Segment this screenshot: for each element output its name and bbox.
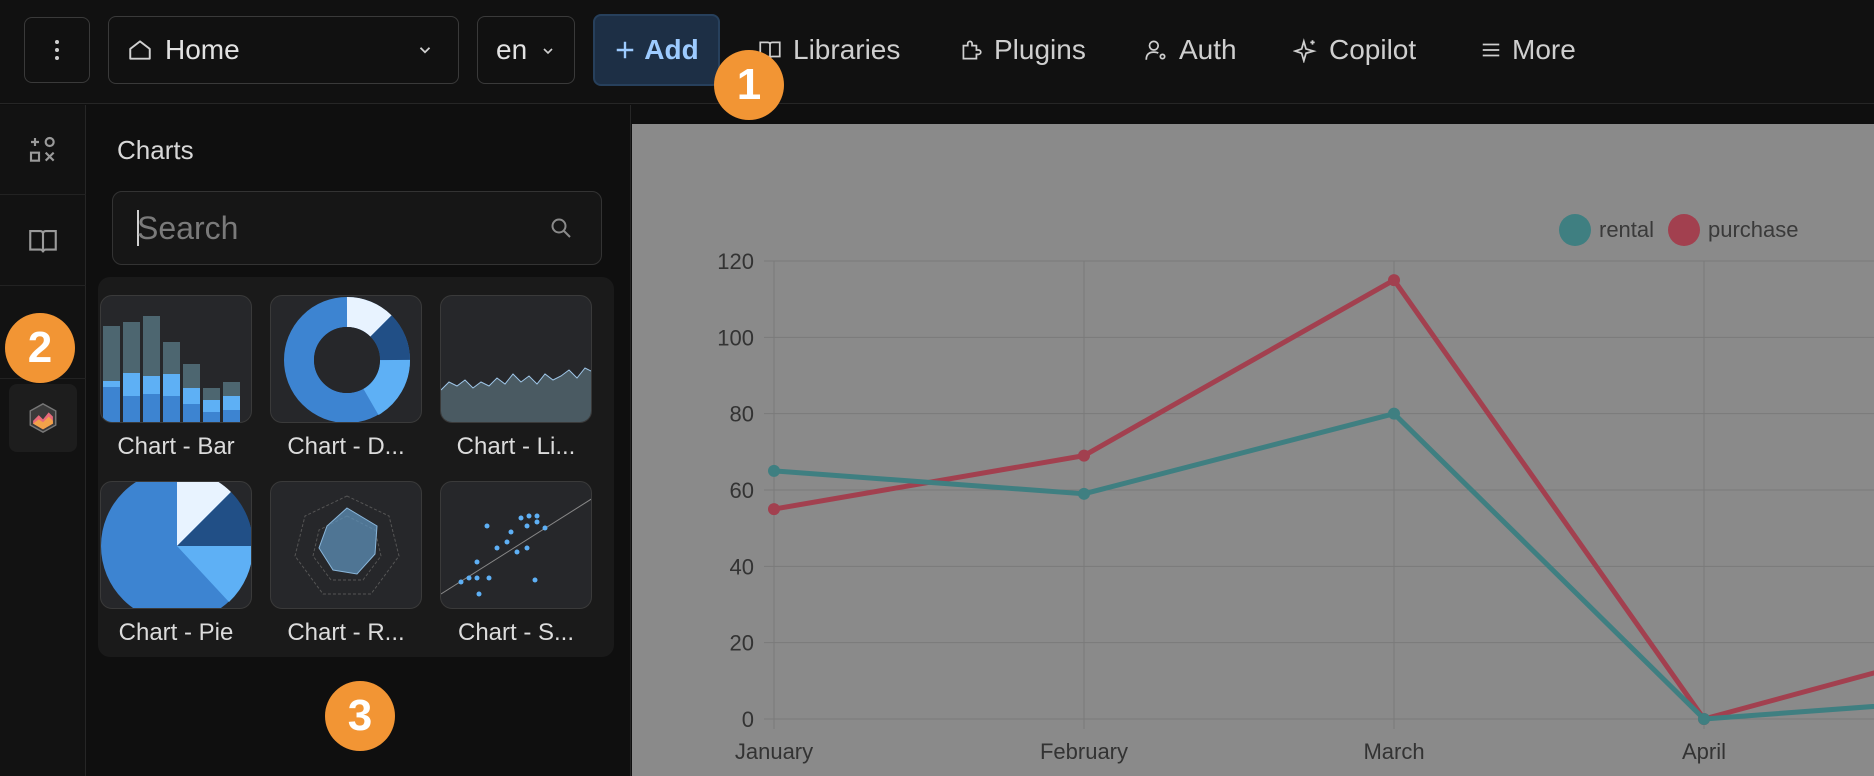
chevron-down-icon: [543, 48, 553, 55]
data-point-purchase: [1388, 274, 1400, 287]
y-tick-label: 100: [717, 325, 754, 350]
y-tick-label: 80: [730, 402, 754, 427]
home-icon: [129, 40, 151, 60]
x-tick-label: April: [1682, 739, 1726, 764]
scatter-chart-thumbnail: [440, 481, 592, 609]
chart-card-radar[interactable]: Chart - R...: [270, 481, 422, 647]
chart-card-doughnut[interactable]: Chart - D...: [270, 295, 422, 461]
step-badge: 1: [714, 50, 784, 120]
x-tick-label: March: [1363, 739, 1424, 764]
chart-plugin-icon: [29, 403, 57, 433]
sparkle-icon: [1293, 38, 1317, 63]
nav-libraries-label: Libraries: [793, 34, 901, 65]
step-badge: 2: [5, 313, 75, 383]
y-tick-label: 120: [717, 249, 754, 274]
chart-card-scatter[interactable]: Chart - S...: [440, 481, 592, 647]
x-tick-label: January: [735, 739, 813, 764]
panel-title: Charts: [117, 135, 194, 165]
doughnut-chart-thumbnail: [270, 295, 422, 423]
chart-card-label: Chart - Bar: [117, 433, 235, 460]
chart-templates-grid: Chart - Bar Chart - D... Chart - Li... C…: [98, 277, 614, 657]
data-point-rental: [768, 464, 780, 477]
nav-plugins-label: Plugins: [994, 34, 1086, 65]
charts-panel: Charts Search Chart - Bar Chart - D... C…: [87, 105, 631, 776]
nav-copilot-label: Copilot: [1329, 34, 1417, 65]
top-bar: Home en Add Libraries Plugins Auth Copil…: [0, 0, 1874, 104]
y-tick-label: 20: [730, 631, 754, 656]
nav-auth[interactable]: Auth: [1143, 24, 1237, 76]
language-value: en: [496, 34, 528, 65]
chart-card-label: Chart - Pie: [118, 619, 234, 646]
line-chart-thumbnail: [440, 295, 592, 423]
add-button[interactable]: Add: [593, 14, 720, 86]
nav-auth-label: Auth: [1179, 34, 1237, 65]
bar-chart-thumbnail: [100, 295, 252, 423]
hamburger-icon: [1482, 43, 1500, 57]
y-tick-label: 60: [730, 478, 754, 503]
rail-item-charts[interactable]: [9, 384, 77, 452]
series-line-purchase: [773, 277, 1874, 722]
language-select[interactable]: en: [477, 16, 575, 84]
chart-preview[interactable]: rental purchase 0 20 40 60 80 100 120 January Fe…: [632, 124, 1874, 776]
x-tick-label: February: [1040, 739, 1128, 764]
pie-chart-thumbnail: [100, 481, 252, 609]
step-badge: 3: [325, 681, 395, 751]
page-select[interactable]: Home: [108, 16, 459, 84]
line-chart: 0 20 40 60 80 100 120 January February March April: [717, 249, 1874, 764]
chart-card-pie[interactable]: Chart - Pie: [100, 481, 252, 647]
nav-plugins[interactable]: Plugins: [958, 24, 1086, 76]
add-button-label: Add: [644, 34, 699, 65]
data-point-rental: [1078, 487, 1090, 500]
user-key-icon: [1145, 40, 1166, 60]
data-point-purchase: [1078, 449, 1090, 462]
book-icon: [29, 229, 57, 252]
nav-copilot[interactable]: Copilot: [1293, 24, 1416, 76]
chart-card-label: Chart - R...: [287, 619, 405, 646]
y-tick-label: 0: [742, 707, 754, 732]
search-box[interactable]: [112, 191, 602, 265]
icon-rail: [0, 105, 86, 776]
menu-button[interactable]: [24, 17, 90, 83]
puzzle-icon: [962, 40, 982, 60]
search-input[interactable]: [137, 206, 537, 250]
chart-card-line[interactable]: Chart - Li...: [440, 295, 592, 461]
rail-item-components[interactable]: [0, 105, 86, 195]
data-point-rental: [1388, 407, 1400, 420]
radar-chart-thumbnail: [270, 481, 422, 609]
nav-more[interactable]: More: [1480, 24, 1576, 76]
chart-card-label: Chart - Li...: [456, 433, 576, 460]
data-point-purchase: [768, 503, 780, 516]
y-tick-label: 40: [730, 554, 754, 579]
chart-card-bar[interactable]: Chart - Bar: [100, 295, 252, 461]
chevron-down-icon: [419, 47, 431, 54]
search-icon: [551, 218, 571, 238]
page-select-label: Home: [165, 34, 240, 65]
chart-card-label: Chart - S...: [457, 619, 575, 646]
chart-card-label: Chart - D...: [287, 433, 405, 460]
plus-icon: [617, 41, 634, 59]
vertical-dots-icon: [55, 38, 59, 62]
blocks-icon: [29, 136, 55, 162]
nav-more-label: More: [1512, 34, 1576, 65]
rail-item-docs[interactable]: [0, 196, 86, 286]
data-point-rental: [1698, 713, 1710, 725]
